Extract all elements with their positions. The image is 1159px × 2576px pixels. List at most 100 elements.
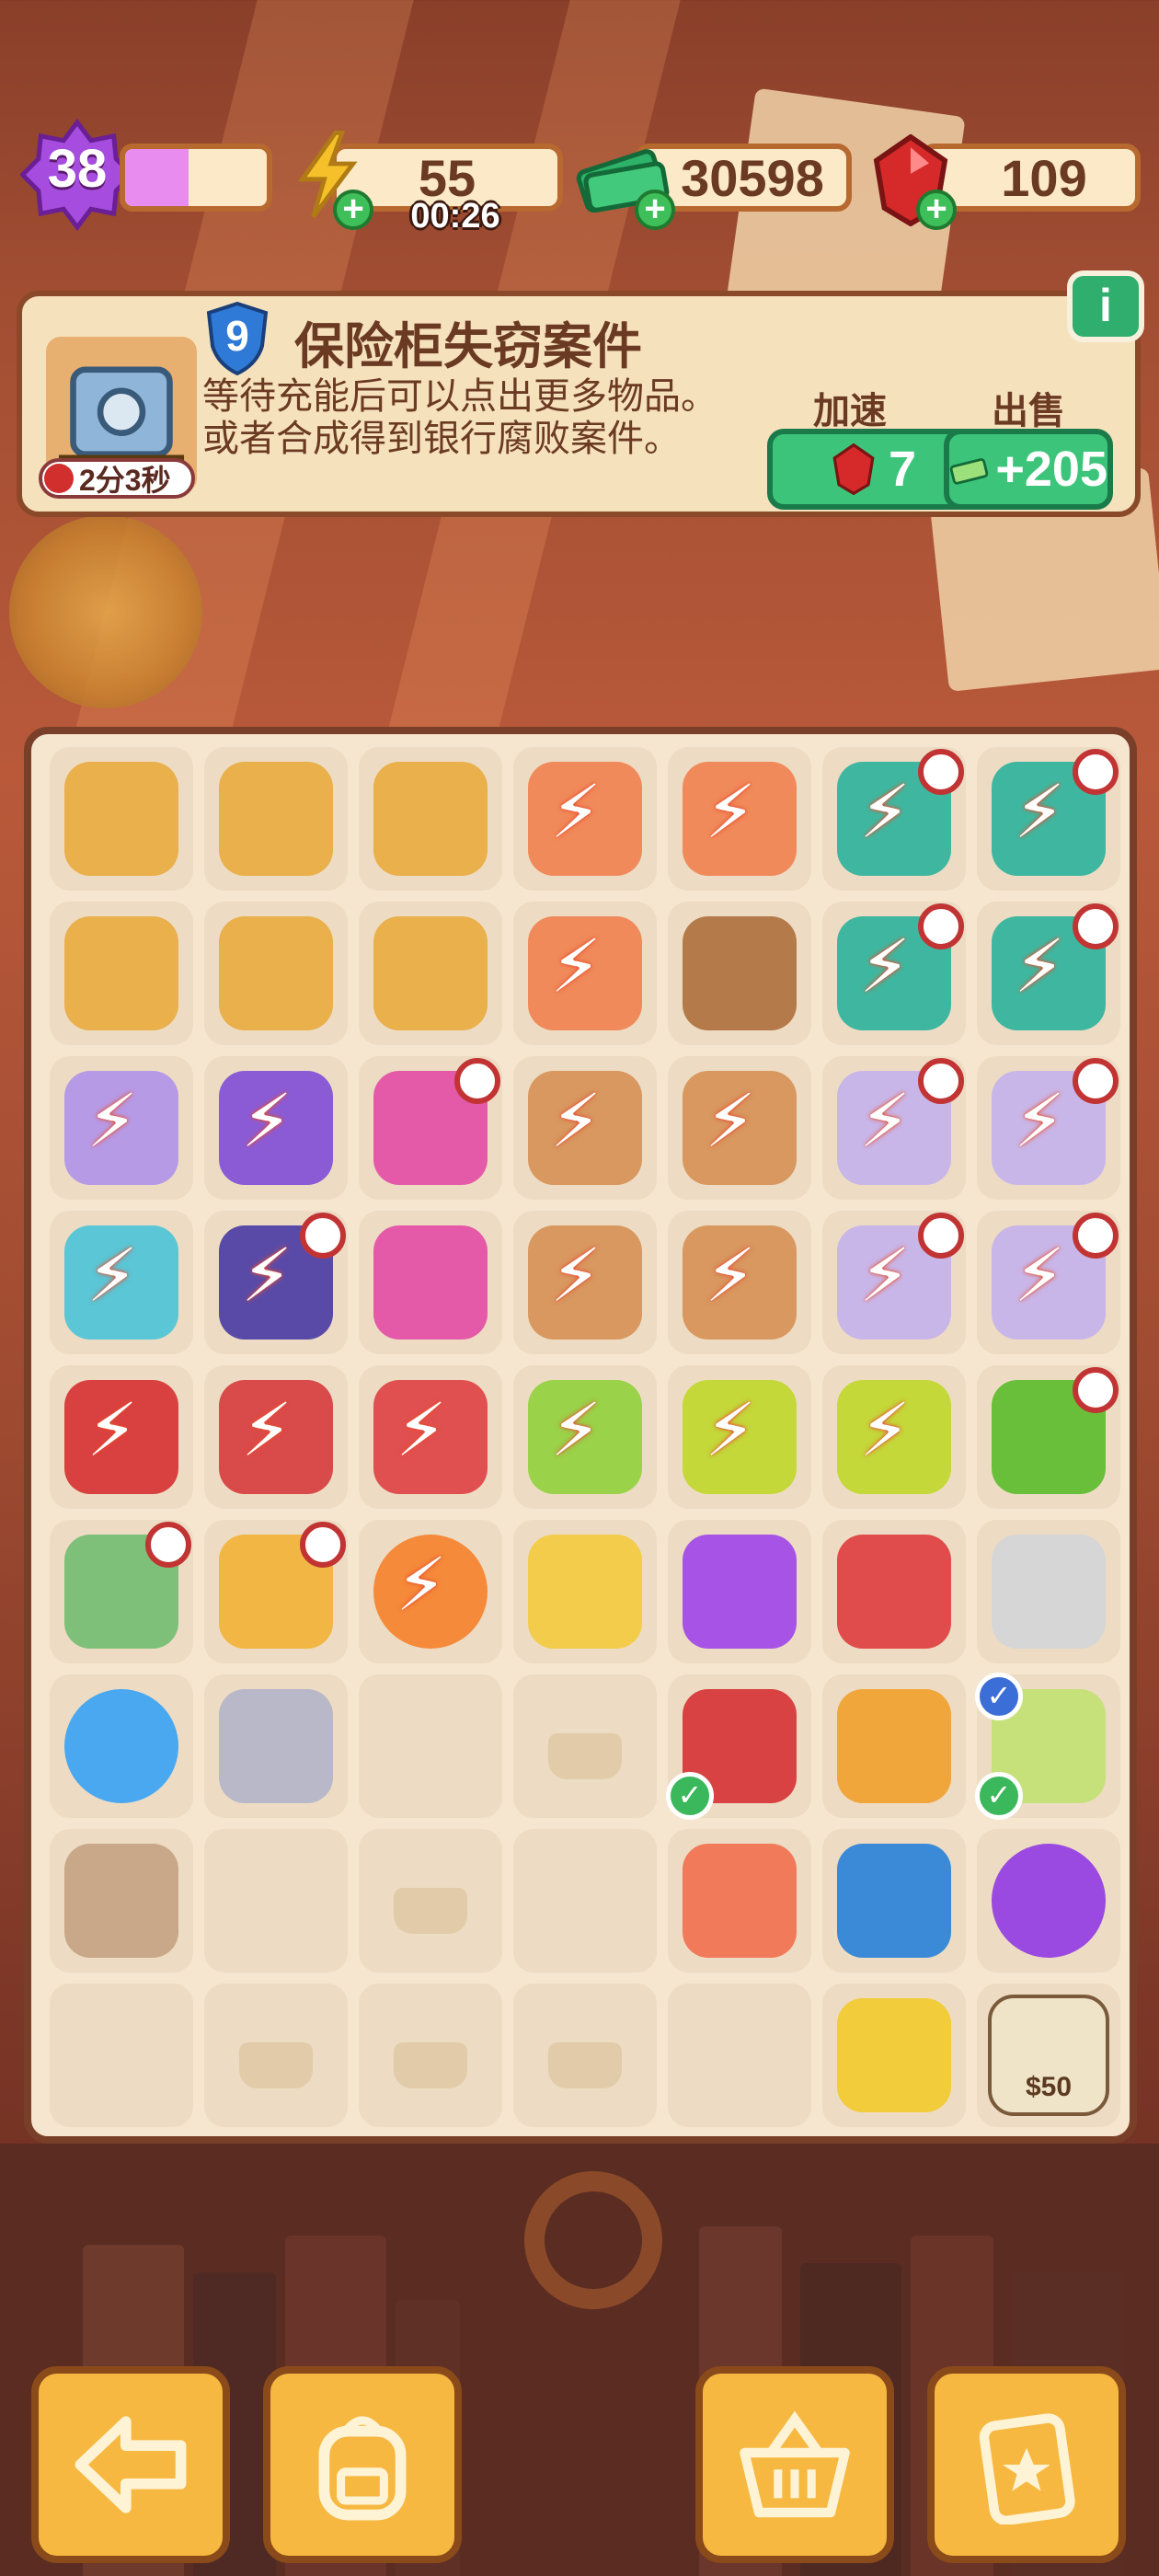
- board-cell[interactable]: ⚡: [204, 1211, 348, 1354]
- hand-saw-icon[interactable]: [977, 1520, 1120, 1663]
- board-cell[interactable]: [513, 1829, 657, 1972]
- medkit-gen-icon[interactable]: ⚡: [822, 902, 966, 1045]
- motorbike-gen-icon[interactable]: ⚡: [204, 1211, 348, 1354]
- pallet-gen-icon[interactable]: ⚡: [513, 1056, 657, 1200]
- red-gloves-icon[interactable]: [822, 1520, 966, 1663]
- helicopter-gen-icon[interactable]: ⚡: [50, 1056, 193, 1200]
- dragon-vase-icon[interactable]: [359, 902, 502, 1045]
- desk-scene-icon[interactable]: [50, 1520, 193, 1663]
- board-cell[interactable]: [204, 902, 348, 1045]
- board-cell[interactable]: ⚡: [822, 1056, 966, 1200]
- pallet-gen-icon[interactable]: ⚡: [668, 1056, 811, 1200]
- board-cell[interactable]: ⚡: [977, 902, 1120, 1045]
- board-cell[interactable]: ⚡: [359, 1365, 502, 1509]
- energy-coin-icon[interactable]: ⚡: [359, 1520, 502, 1663]
- sunglasses-icon[interactable]: [822, 1829, 966, 1972]
- sell-button[interactable]: +205: [944, 429, 1113, 510]
- tasks-clipboard-button[interactable]: [927, 2366, 1126, 2563]
- board-cell[interactable]: [50, 1984, 193, 2127]
- board-cell[interactable]: ⚡: [513, 1365, 657, 1509]
- board-cell[interactable]: ✓ ✓: [975, 1673, 1120, 1820]
- board-cell[interactable]: ⚡: [359, 1520, 502, 1663]
- flower-pot-gen-icon[interactable]: ⚡: [668, 747, 811, 891]
- board-cell[interactable]: [50, 747, 193, 891]
- board-cell[interactable]: [822, 1829, 966, 1972]
- board-cell[interactable]: ⚡: [822, 1211, 966, 1354]
- board-cell[interactable]: [204, 1674, 348, 1818]
- board-cell[interactable]: ⚡: [50, 1211, 193, 1354]
- board-cell[interactable]: [204, 1984, 348, 2127]
- board-cell[interactable]: ⚡: [204, 1365, 348, 1509]
- board-cell[interactable]: ⚡: [513, 747, 657, 891]
- barrier-post-icon[interactable]: [513, 1520, 657, 1663]
- shop-basket-button[interactable]: [695, 2366, 894, 2563]
- board-cell[interactable]: ⚡: [668, 1056, 811, 1200]
- bonsai-icon[interactable]: [977, 1365, 1120, 1509]
- board-cell[interactable]: [204, 747, 348, 891]
- green-crate-gen-icon[interactable]: ⚡: [668, 1365, 811, 1509]
- board-cell[interactable]: ⚡: [977, 747, 1120, 891]
- board-cell[interactable]: ⚡: [668, 1365, 811, 1509]
- cotton-tree-icon[interactable]: ⚡: [977, 1056, 1120, 1200]
- board-cell[interactable]: [513, 1674, 657, 1818]
- add-cash-button[interactable]: +: [635, 190, 675, 230]
- board-cell[interactable]: [204, 1520, 348, 1663]
- board-cell[interactable]: ⚡: [513, 1211, 657, 1354]
- cotton-tree-icon[interactable]: ⚡: [977, 1211, 1120, 1354]
- board-cell[interactable]: [977, 1829, 1120, 1972]
- board-cell[interactable]: [668, 902, 811, 1045]
- medkit-gen-icon[interactable]: ⚡: [977, 747, 1120, 891]
- evidence-bag-icon[interactable]: [50, 1829, 193, 1972]
- flower-basket-icon[interactable]: [359, 1211, 502, 1354]
- lotion-bottle-icon[interactable]: ✓ ✓: [975, 1673, 1120, 1820]
- pufferfish-icon[interactable]: [668, 1829, 811, 1972]
- board-cell[interactable]: ⚡: [668, 747, 811, 891]
- road-barrier-icon[interactable]: [822, 1984, 966, 2127]
- wanted-poster-icon[interactable]: $50: [977, 1984, 1120, 2127]
- board-cell[interactable]: [822, 1984, 966, 2127]
- add-energy-button[interactable]: +: [333, 190, 373, 230]
- red-tool-box-gen-icon[interactable]: ⚡: [50, 1365, 193, 1509]
- board-cell[interactable]: ⚡: [50, 1056, 193, 1200]
- flower-pot-gen-icon[interactable]: ⚡: [513, 747, 657, 891]
- dragon-vase-icon[interactable]: [204, 747, 348, 891]
- board-cell[interactable]: ⚡: [513, 1056, 657, 1200]
- board-cell[interactable]: [359, 1211, 502, 1354]
- board-cell[interactable]: [50, 1520, 193, 1663]
- clay-pot-icon[interactable]: [668, 902, 811, 1045]
- board-cell[interactable]: [50, 1829, 193, 1972]
- board-cell[interactable]: [359, 1829, 502, 1972]
- board-cell[interactable]: ⚡: [822, 747, 966, 891]
- board-cell[interactable]: [513, 1984, 657, 2127]
- cotton-tree-icon[interactable]: ⚡: [822, 1211, 966, 1354]
- board-cell[interactable]: [822, 1520, 966, 1663]
- backpack-button[interactable]: [263, 2366, 462, 2563]
- board-cell[interactable]: ⚡: [977, 1056, 1120, 1200]
- board-cell[interactable]: [359, 1984, 502, 2127]
- board-cell[interactable]: ✓: [666, 1674, 811, 1820]
- purple-blob-icon[interactable]: [977, 1829, 1120, 1972]
- medkit-gen-icon[interactable]: ⚡: [822, 747, 966, 891]
- green-bag-gen-icon[interactable]: ⚡: [513, 1365, 657, 1509]
- flower-pot-gen-icon[interactable]: ⚡: [513, 902, 657, 1045]
- board-cell[interactable]: [977, 1520, 1120, 1663]
- back-button[interactable]: [31, 2366, 230, 2563]
- board-cell[interactable]: [359, 1674, 502, 1818]
- magnifier-icon[interactable]: [822, 1674, 966, 1818]
- board-cell[interactable]: ⚡: [50, 1365, 193, 1509]
- board-cell[interactable]: [359, 1056, 502, 1200]
- dragon-vase-icon[interactable]: [359, 747, 502, 891]
- board-cell[interactable]: ⚡: [977, 1211, 1120, 1354]
- pruning-shears-icon[interactable]: ✓: [666, 1674, 811, 1820]
- board-cell[interactable]: [204, 1829, 348, 1972]
- dragon-vase-icon[interactable]: [50, 747, 193, 891]
- board-cell[interactable]: [359, 902, 502, 1045]
- board-cell[interactable]: [668, 1829, 811, 1972]
- pallet-gen-icon[interactable]: ⚡: [668, 1211, 811, 1354]
- red-toy-gen-icon[interactable]: ⚡: [204, 1365, 348, 1509]
- dragon-vase-icon[interactable]: [50, 902, 193, 1045]
- purple-star-icon[interactable]: [668, 1520, 811, 1663]
- pallet-gen-icon[interactable]: ⚡: [513, 1211, 657, 1354]
- board-cell[interactable]: [668, 1520, 811, 1663]
- info-button[interactable]: i: [1067, 270, 1144, 342]
